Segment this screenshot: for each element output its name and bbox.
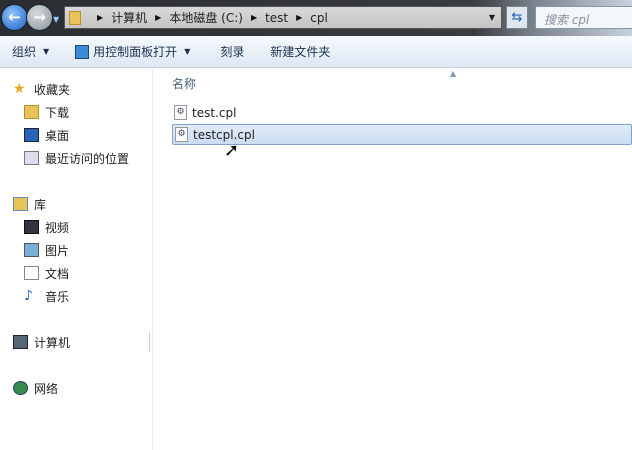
sidebar-item-network[interactable]: 网络 <box>13 378 58 398</box>
chevron-down-icon: ▼ <box>184 47 191 56</box>
cpl-file-icon: ⚙ <box>175 127 188 142</box>
search-input[interactable]: 搜索 cpl <box>535 6 632 29</box>
sort-ascending-icon: ▲ <box>450 69 457 78</box>
refresh-button[interactable]: ⇆ <box>506 6 528 29</box>
new-folder-label: 新建文件夹 <box>270 45 331 59</box>
file-item[interactable]: ⚙ test.cpl <box>172 102 632 123</box>
burn-button[interactable]: 刻录 <box>220 43 244 60</box>
label: 文档 <box>45 266 70 281</box>
chevron-right-icon[interactable]: ▶ <box>97 13 103 22</box>
downloads-icon <box>24 105 39 119</box>
label: 视频 <box>45 220 70 235</box>
address-bar[interactable]: ▶ 计算机 ▶ 本地磁盘 (C:) ▶ test ▶ cpl ▼ <box>64 6 502 29</box>
recent-places-icon <box>24 151 39 165</box>
arrow-right-icon: → <box>33 8 46 26</box>
folder-icon <box>69 10 81 25</box>
crumb-computer[interactable]: 计算机 <box>111 9 147 26</box>
navigation-pane: ★ 收藏夹 下载 桌面 最近访问的位置 库 视频 图片 文档 ♪ 音乐 计算机 网络 <box>0 69 153 450</box>
desktop-icon <box>24 128 39 142</box>
new-folder-button[interactable]: 新建文件夹 <box>270 43 330 60</box>
sidebar-item-music[interactable]: ♪ 音乐 <box>24 286 69 306</box>
label: 图片 <box>45 243 70 258</box>
sidebar-item-computer[interactable]: 计算机 <box>0 332 150 352</box>
label: 下载 <box>45 105 70 120</box>
sidebar-item-videos[interactable]: 视频 <box>24 217 69 237</box>
file-item-selected[interactable]: ⚙ testcpl.cpl <box>172 124 632 145</box>
control-panel-icon <box>75 44 90 59</box>
crumb-local-disk[interactable]: 本地磁盘 (C:) <box>169 9 243 26</box>
recent-pages-dropdown[interactable]: ▼ <box>53 15 59 24</box>
arrow-left-icon: ← <box>8 8 21 26</box>
sidebar-item-desktop[interactable]: 桌面 <box>24 125 69 145</box>
label: 收藏夹 <box>34 82 71 97</box>
chevron-down-icon[interactable]: ▼ <box>489 13 495 22</box>
column-header-name[interactable]: 名称 <box>172 75 196 92</box>
mouse-cursor-icon: ➚ <box>224 140 240 161</box>
computer-icon <box>13 335 28 349</box>
organize-button[interactable]: 组织 ▼ <box>12 43 49 60</box>
sidebar-item-recent[interactable]: 最近访问的位置 <box>24 148 129 168</box>
document-icon <box>24 266 39 280</box>
command-bar: 组织 ▼ 用控制面板打开 ▼ 刻录 新建文件夹 <box>0 36 632 68</box>
crumb-test[interactable]: test <box>265 11 288 25</box>
chevron-down-icon: ▼ <box>43 47 50 56</box>
open-control-panel-button[interactable]: 用控制面板打开 ▼ <box>75 43 190 60</box>
title-bar: ← → ▼ ▶ 计算机 ▶ 本地磁盘 (C:) ▶ test ▶ cpl ▼ ⇆ 搜索 … <box>0 0 632 36</box>
forward-button[interactable]: → <box>26 4 53 31</box>
star-icon: ★ <box>13 81 26 97</box>
video-icon <box>24 220 39 234</box>
burn-label: 刻录 <box>220 45 245 59</box>
music-icon: ♪ <box>24 288 33 304</box>
label: 计算机 <box>34 335 71 350</box>
cpl-file-icon: ⚙ <box>174 105 187 120</box>
label: 网络 <box>34 381 59 396</box>
organize-label: 组织 <box>12 45 37 59</box>
label: 库 <box>34 197 47 212</box>
chevron-right-icon[interactable]: ▶ <box>251 13 257 22</box>
sidebar-item-pictures[interactable]: 图片 <box>24 240 69 260</box>
network-icon <box>13 381 28 395</box>
sidebar-item-documents[interactable]: 文档 <box>24 263 69 283</box>
library-icon <box>13 197 28 211</box>
label: 音乐 <box>45 289 70 304</box>
refresh-icon: ⇆ <box>511 10 523 25</box>
crumb-cpl[interactable]: cpl <box>310 11 328 25</box>
sidebar-item-downloads[interactable]: 下载 <box>24 102 69 122</box>
sidebar-item-favorites[interactable]: ★ 收藏夹 <box>13 79 70 99</box>
chevron-right-icon[interactable]: ▶ <box>155 13 161 22</box>
search-placeholder: 搜索 cpl <box>544 13 590 27</box>
file-list: ▲ 名称 ⚙ test.cpl ⚙ testcpl.cpl <box>154 69 632 450</box>
chevron-right-icon[interactable]: ▶ <box>296 13 302 22</box>
file-name: test.cpl <box>192 105 237 120</box>
label: 桌面 <box>45 128 70 143</box>
open-control-panel-label: 用控制面板打开 <box>93 45 178 59</box>
sidebar-item-libraries[interactable]: 库 <box>13 194 46 214</box>
label: 最近访问的位置 <box>45 151 130 166</box>
picture-icon <box>24 243 39 257</box>
back-button[interactable]: ← <box>1 4 28 31</box>
